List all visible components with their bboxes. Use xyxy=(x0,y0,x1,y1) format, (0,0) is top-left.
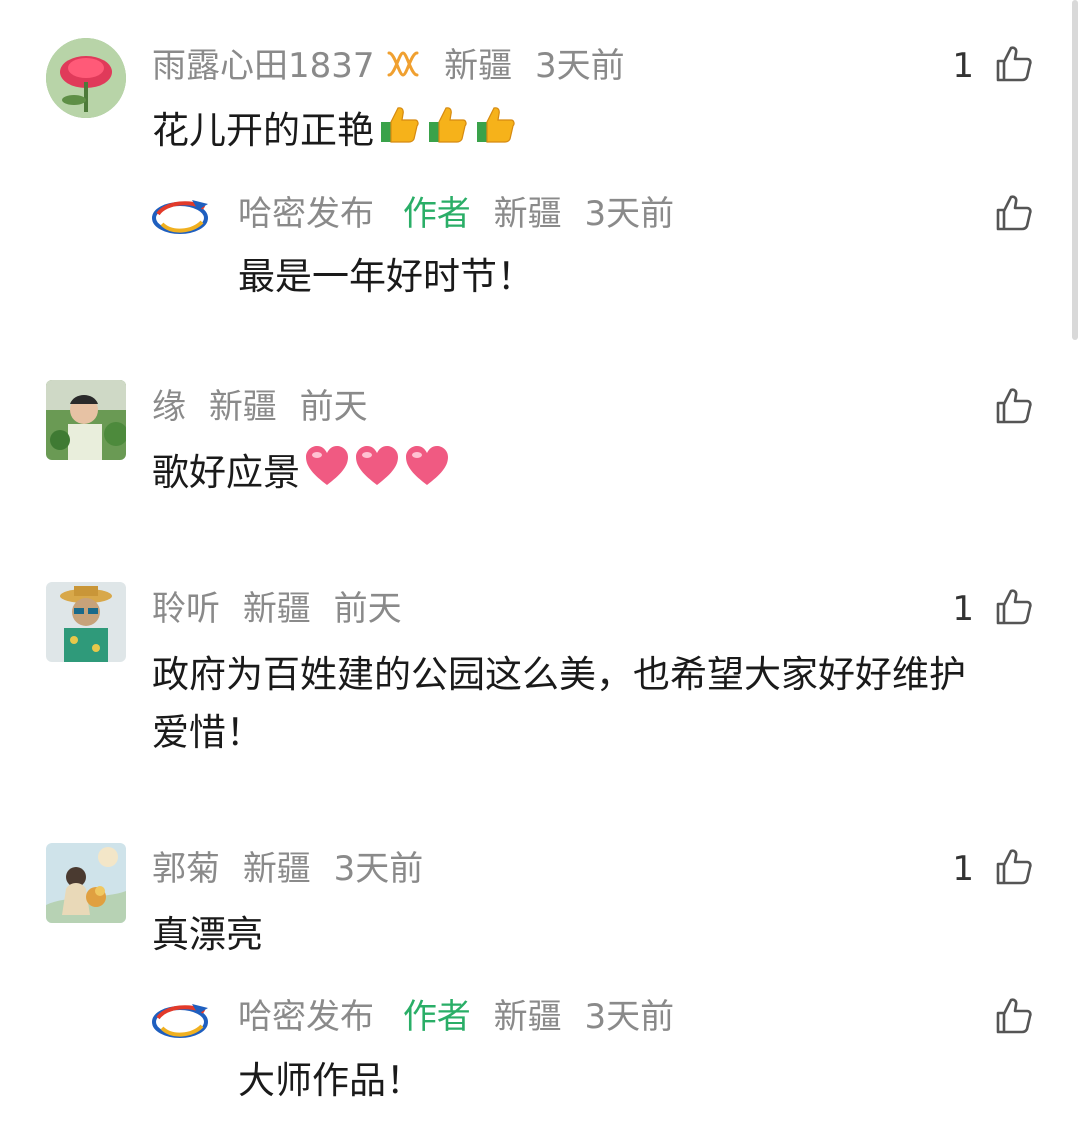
heart-emoji-icon xyxy=(354,444,400,505)
thumbs-up-outline-icon[interactable] xyxy=(994,587,1034,627)
timestamp: 前天 xyxy=(299,387,368,427)
avatar[interactable] xyxy=(46,38,126,118)
comment-meta: 雨露心田1837 新疆 3天前 xyxy=(152,46,625,88)
avatar[interactable] xyxy=(46,582,126,662)
heart-emoji-icon xyxy=(404,444,450,505)
location: 新疆 xyxy=(493,194,562,234)
thumbs-up-outline-icon[interactable] xyxy=(994,386,1034,426)
like-count: 1 xyxy=(952,46,974,86)
hami-logo-avatar[interactable] xyxy=(152,194,212,238)
scrollbar[interactable] xyxy=(1072,0,1078,340)
timestamp: 3天前 xyxy=(584,194,675,234)
timestamp: 前天 xyxy=(333,589,402,629)
username[interactable]: 雨露心田1837 xyxy=(152,46,375,86)
location: 新疆 xyxy=(242,589,311,629)
reply-text: 大师作品！ xyxy=(238,1059,423,1102)
thumbs-up-outline-icon[interactable] xyxy=(994,847,1034,887)
like-count: 1 xyxy=(952,849,974,889)
thumbs-up-outline-icon[interactable] xyxy=(994,996,1034,1036)
reply-meta: 哈密发布 作者 新疆 3天前 xyxy=(238,997,674,1037)
comment-meta: 缘 新疆 前天 xyxy=(152,387,368,427)
comment-meta: 聆听 新疆 前天 xyxy=(152,589,402,629)
reply-text: 最是一年好时节！ xyxy=(238,255,534,298)
location: 新疆 xyxy=(444,46,513,86)
comment-text: 歌好应景 xyxy=(152,444,450,505)
infinity-badge-icon xyxy=(385,48,421,88)
comment-text-line: 爱惜！ xyxy=(152,711,263,754)
username[interactable]: 郭菊 xyxy=(152,849,220,889)
thumbs-up-emoji-icon xyxy=(426,102,470,163)
thumbs-up-outline-icon[interactable] xyxy=(994,44,1034,84)
username[interactable]: 缘 xyxy=(152,387,186,427)
timestamp: 3天前 xyxy=(584,997,675,1037)
username[interactable]: 哈密发布 xyxy=(238,997,374,1037)
comment-text: 政府为百姓建的公园这么美，也希望大家好好维护 爱惜！ xyxy=(152,646,1042,762)
comment-text: 花儿开的正艳 xyxy=(152,102,518,163)
timestamp: 3天前 xyxy=(333,849,424,889)
heart-emoji-icon xyxy=(304,444,350,505)
author-tag: 作者 xyxy=(402,194,471,234)
avatar[interactable] xyxy=(46,843,126,923)
location: 新疆 xyxy=(493,997,562,1037)
author-tag: 作者 xyxy=(402,997,471,1037)
username[interactable]: 聆听 xyxy=(152,589,220,629)
hami-logo-avatar[interactable] xyxy=(152,998,212,1042)
comment-text: 真漂亮 xyxy=(152,913,263,956)
thumbs-up-emoji-icon xyxy=(378,102,422,163)
comment-text-content: 花儿开的正艳 xyxy=(152,109,374,152)
timestamp: 3天前 xyxy=(534,46,625,86)
like-count: 1 xyxy=(952,589,974,629)
avatar[interactable] xyxy=(46,380,126,460)
comment-text-line: 政府为百姓建的公园这么美，也希望大家好好维护 xyxy=(152,653,966,696)
comment-meta: 郭菊 新疆 3天前 xyxy=(152,849,423,889)
comment-text-content: 歌好应景 xyxy=(152,451,300,494)
thumbs-up-outline-icon[interactable] xyxy=(994,193,1034,233)
location: 新疆 xyxy=(208,387,277,427)
location: 新疆 xyxy=(242,849,311,889)
thumbs-up-emoji-icon xyxy=(474,102,518,163)
username[interactable]: 哈密发布 xyxy=(238,194,374,234)
reply-meta: 哈密发布 作者 新疆 3天前 xyxy=(238,194,674,234)
